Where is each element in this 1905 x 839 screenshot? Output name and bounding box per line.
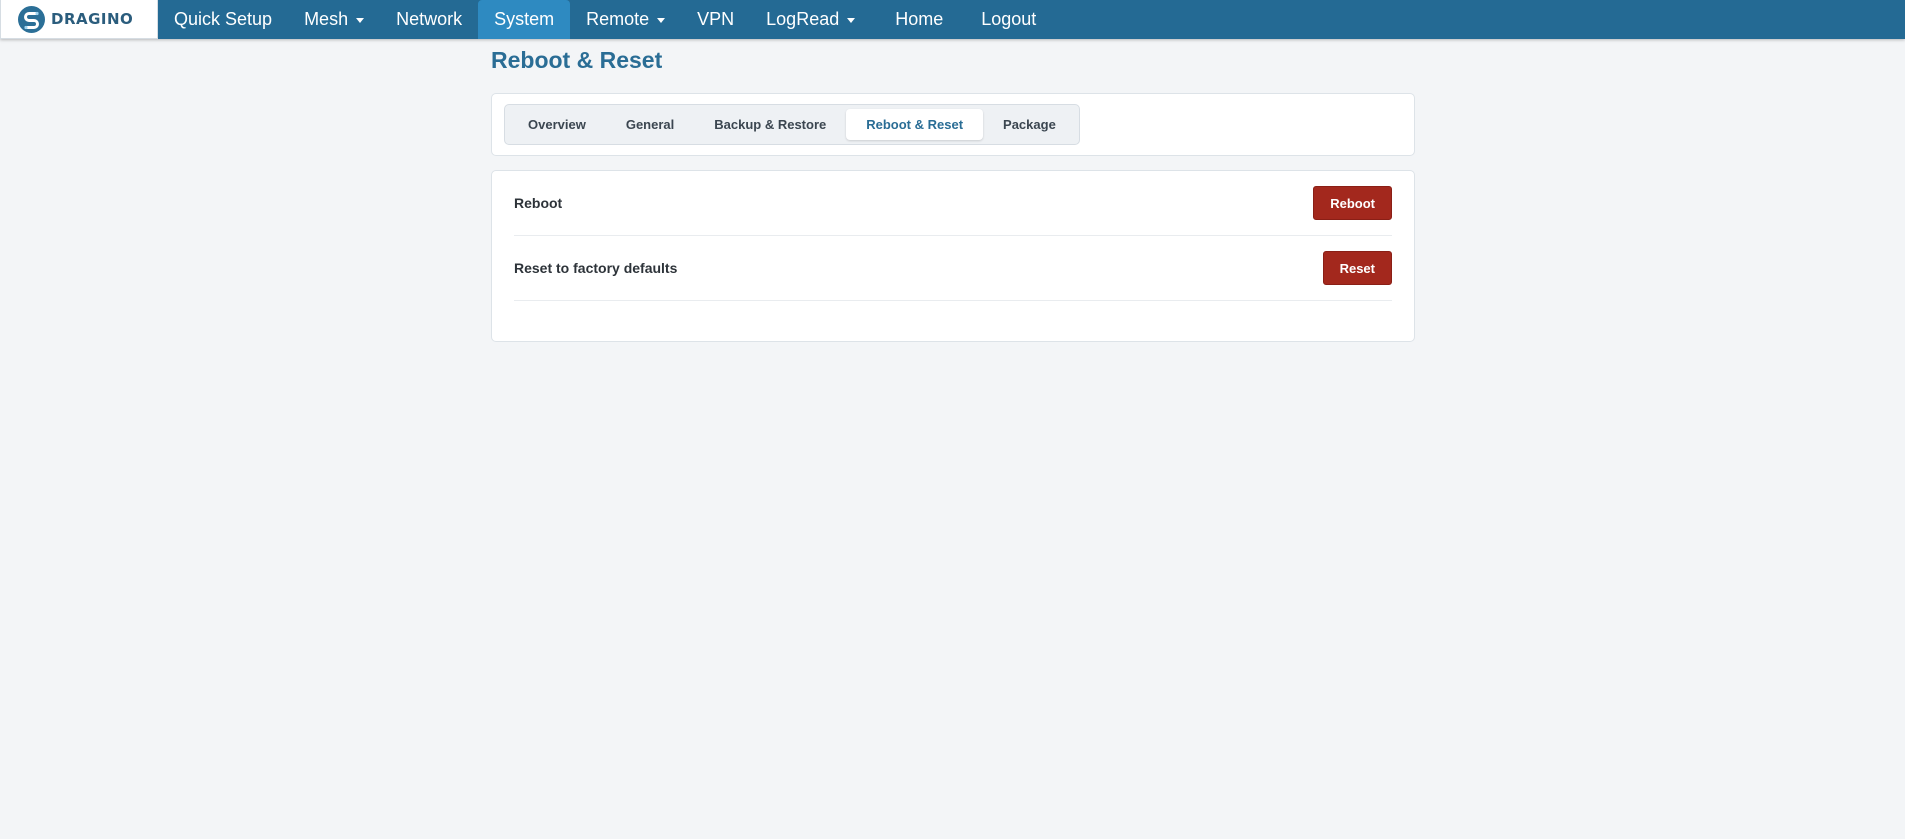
reboot-button[interactable]: Reboot xyxy=(1313,186,1392,220)
tab-package[interactable]: Package xyxy=(983,109,1076,140)
tab-backup-restore[interactable]: Backup & Restore xyxy=(694,109,846,140)
nav-label: VPN xyxy=(697,9,735,29)
reset-button[interactable]: Reset xyxy=(1322,251,1392,285)
tab-reboot-reset[interactable]: Reboot & Reset xyxy=(846,109,984,140)
nav-label: Mesh xyxy=(304,9,349,29)
main-content: Reboot & Reset Overview General Backup &… xyxy=(491,39,1415,342)
brand-logo[interactable]: DRAGINO xyxy=(0,0,158,39)
setting-row-reboot: Reboot Reboot xyxy=(514,171,1392,236)
nav-label: Home xyxy=(895,9,944,29)
nav-logout[interactable]: Logout xyxy=(967,0,1052,39)
nav-home[interactable]: Home xyxy=(871,0,967,39)
brand-text: DRAGINO xyxy=(51,10,134,28)
dragino-logo-icon xyxy=(18,5,45,33)
setting-row-reset: Reset to factory defaults Reset xyxy=(514,236,1392,301)
nav-vpn[interactable]: VPN xyxy=(681,0,750,39)
nav-label: Logout xyxy=(981,9,1037,29)
tabs-card: Overview General Backup & Restore Reboot… xyxy=(491,93,1415,156)
nav-quick-setup[interactable]: Quick Setup xyxy=(158,0,288,39)
nav-mesh[interactable]: Mesh xyxy=(288,0,380,39)
nav-logread[interactable]: LogRead xyxy=(750,0,871,39)
nav-network[interactable]: Network xyxy=(380,0,478,39)
nav-label: LogRead xyxy=(766,9,840,29)
nav-label: Remote xyxy=(586,9,650,29)
reboot-label: Reboot xyxy=(514,195,563,211)
nav-remote[interactable]: Remote xyxy=(570,0,681,39)
top-navbar: DRAGINO Quick Setup Mesh Network System … xyxy=(0,0,1905,39)
caret-down-icon xyxy=(847,18,856,23)
caret-down-icon xyxy=(356,18,365,23)
nav-label: Quick Setup xyxy=(174,9,273,29)
nav-system[interactable]: System xyxy=(478,0,571,39)
tab-general[interactable]: General xyxy=(606,109,694,140)
tab-overview[interactable]: Overview xyxy=(508,109,606,140)
page-title: Reboot & Reset xyxy=(491,47,663,73)
settings-card: Reboot Reboot Reset to factory defaults … xyxy=(491,170,1415,342)
nav-label: Network xyxy=(396,9,463,29)
reset-label: Reset to factory defaults xyxy=(514,260,678,276)
nav-label: System xyxy=(494,9,555,29)
caret-down-icon xyxy=(657,18,666,23)
tab-strip: Overview General Backup & Restore Reboot… xyxy=(504,104,1080,145)
